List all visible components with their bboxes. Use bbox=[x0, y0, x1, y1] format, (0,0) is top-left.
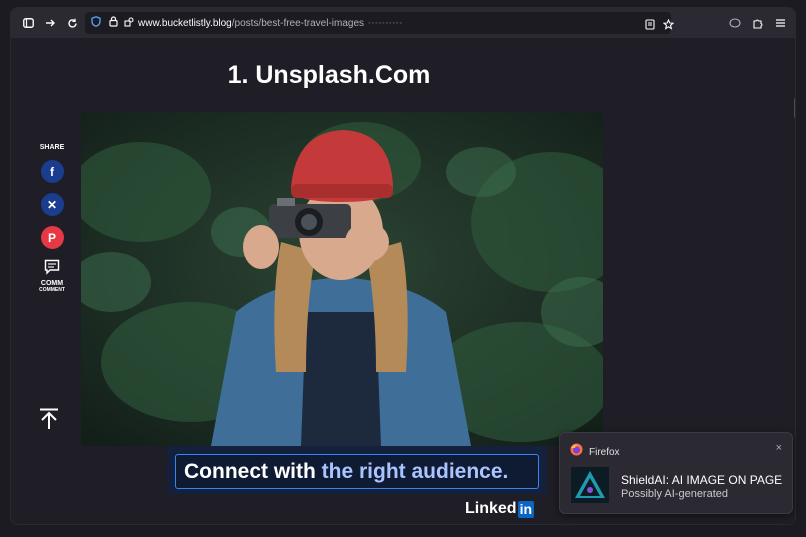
linkedin-word: Linked bbox=[465, 500, 517, 517]
bookmark-star-icon[interactable] bbox=[662, 17, 675, 35]
share-label: SHARE bbox=[39, 144, 65, 151]
ad-text-part2: the right audience. bbox=[321, 459, 509, 483]
sidebar-icon[interactable] bbox=[17, 12, 39, 34]
comment-icon bbox=[44, 259, 60, 280]
ad-headline: Connect with the right audience. bbox=[184, 460, 508, 484]
url-path: /posts/best-free-travel-images bbox=[231, 17, 365, 29]
x-icon: ✕ bbox=[46, 197, 58, 212]
url-domain: www.bucketlistly.blog bbox=[138, 17, 232, 29]
firefox-icon bbox=[570, 443, 583, 461]
back-to-top-button[interactable] bbox=[39, 408, 59, 435]
page-title: 1. Unsplash.Com bbox=[227, 61, 431, 89]
permissions-icon[interactable] bbox=[124, 14, 134, 32]
facebook-icon: f bbox=[50, 164, 54, 179]
x-share-button[interactable]: ✕ bbox=[40, 193, 64, 216]
url-extra: ◦◦◦◦◦◦◦◦◦◦ bbox=[368, 19, 403, 27]
article-photo bbox=[81, 112, 603, 446]
notification-app-name: Firefox bbox=[589, 446, 620, 458]
pinterest-icon: P bbox=[47, 230, 56, 245]
notification-header: Firefox bbox=[570, 443, 620, 461]
page-scrollbar[interactable] bbox=[794, 98, 795, 118]
reload-icon[interactable] bbox=[61, 12, 83, 34]
arrow-up-icon bbox=[40, 408, 58, 429]
shield-icon[interactable] bbox=[91, 14, 101, 32]
reader-view-icon[interactable] bbox=[645, 17, 655, 35]
account-icon[interactable] bbox=[724, 12, 746, 34]
share-bar: SHARE f ✕ P COMM COMMENT bbox=[29, 144, 75, 293]
ad-headline-box: Connect with the right audience. bbox=[175, 454, 539, 489]
linkedin-logo[interactable]: Linked in bbox=[465, 500, 535, 518]
shieldai-logo-icon bbox=[571, 467, 609, 503]
close-icon[interactable]: × bbox=[776, 442, 782, 454]
forward-icon[interactable] bbox=[39, 12, 61, 34]
extensions-icon[interactable] bbox=[746, 12, 768, 34]
pinterest-share-button[interactable]: P bbox=[40, 226, 64, 249]
browser-toolbar: www.bucketlistly.blog/posts/best-free-tr… bbox=[11, 8, 795, 38]
notification-title: ShieldAI: AI IMAGE ON PAGE bbox=[621, 473, 783, 487]
facebook-share-button[interactable]: f bbox=[40, 160, 64, 183]
ad-text-part1: Connect with bbox=[184, 459, 322, 483]
url-bar[interactable]: www.bucketlistly.blog/posts/best-free-tr… bbox=[85, 12, 675, 35]
comment-sublabel: COMMENT bbox=[39, 287, 65, 293]
comment-label: COMM bbox=[40, 280, 64, 287]
comment-button[interactable]: COMM COMMENT bbox=[39, 259, 65, 293]
menu-icon[interactable] bbox=[769, 12, 791, 34]
lock-icon[interactable] bbox=[109, 14, 118, 32]
notification-subtitle: Possibly AI-generated bbox=[621, 488, 729, 500]
linkedin-in-box: in bbox=[517, 500, 535, 518]
url-text[interactable]: www.bucketlistly.blog/posts/best-free-tr… bbox=[138, 18, 364, 29]
system-notification[interactable]: Firefox × ShieldAI: AI IMAGE ON PAGE Pos… bbox=[559, 432, 793, 514]
linkedin-ad[interactable]: Connect with the right audience. bbox=[167, 446, 547, 494]
